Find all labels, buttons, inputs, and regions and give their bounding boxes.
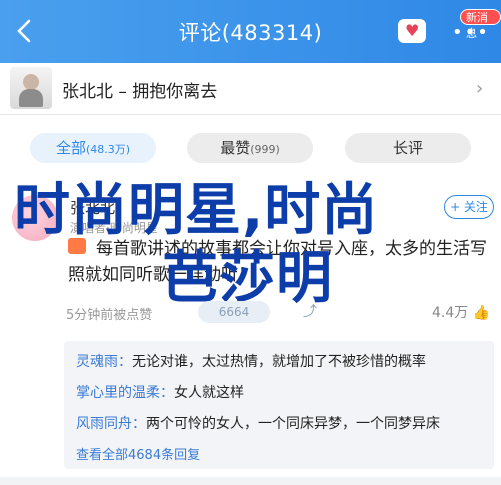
reply-text: 两个可怜的女人，一个同床异梦，一个同梦异床: [146, 416, 440, 432]
thumb-up-icon: 👍: [472, 305, 491, 321]
more-options-icon[interactable]: •••: [452, 22, 490, 43]
like-button[interactable]: 4.4万 👍: [432, 302, 490, 322]
comment-card: 张北北 演唱者·时尚明星 + 关注 每首歌讲述的故事都会让你对号入座，太多的生活…: [0, 175, 501, 477]
reply-text: 女人就这样: [174, 385, 244, 401]
share-icon[interactable]: ⤴: [303, 301, 333, 323]
comment-subtitle: 演唱者·时尚明星: [70, 221, 158, 235]
view-all-replies-link[interactable]: 查看全部4684条回复: [76, 444, 200, 463]
top-navigation-bar: 评论(483314) ♥ 新消息 •••: [0, 0, 501, 63]
heart-icon[interactable]: ♥: [398, 19, 426, 43]
tab-all[interactable]: 全部(48.3万): [30, 133, 156, 163]
song-cover-image: [10, 67, 52, 109]
reply-author[interactable]: 掌心里的温柔：: [76, 385, 174, 401]
song-title: 张北北 – 拥抱你离去: [62, 82, 218, 102]
comment-text: 每首歌讲述的故事都会让你对号入座，太多的生活写照就如同听歌一样动听！: [68, 239, 487, 285]
tab-top[interactable]: 最赞(999): [187, 133, 313, 163]
reply-item[interactable]: 掌心里的温柔：女人就这样: [76, 382, 480, 402]
reply-item[interactable]: 灵魂雨：无论对谁，太过热情，就增加了不被珍惜的概率: [76, 351, 480, 371]
comment-time: 5分钟前被点赞: [66, 308, 153, 323]
tab-long[interactable]: 长评: [345, 133, 471, 163]
reply-count-button[interactable]: 6664: [198, 301, 270, 323]
overlay-line-1: 时尚明星,时尚: [14, 178, 379, 243]
follow-button[interactable]: + 关注: [444, 195, 494, 219]
tab-all-count: (48.3万): [85, 143, 131, 156]
tab-top-count: (999): [250, 143, 280, 156]
reply-author[interactable]: 灵魂雨：: [76, 354, 132, 370]
tab-all-label: 全部: [55, 139, 86, 157]
like-count: 4.4万: [432, 305, 469, 321]
comment-username[interactable]: 张北北: [70, 197, 115, 218]
song-info-bar[interactable]: 张北北 – 拥抱你离去 ›: [0, 63, 501, 115]
chevron-right-icon: ›: [476, 78, 484, 99]
tab-long-label: 长评: [392, 139, 423, 157]
reply-list: 灵魂雨：无论对谁，太过热情，就增加了不被珍惜的概率 掌心里的温柔：女人就这样 风…: [64, 341, 494, 469]
avatar[interactable]: [12, 195, 58, 241]
reply-item[interactable]: 风雨同舟：两个可怜的女人，一个同床异梦，一个同梦异床: [76, 413, 480, 433]
reply-author[interactable]: 风雨同舟：: [76, 416, 146, 432]
comment-filter-tabs: 全部(48.3万) 最赞(999) 长评: [0, 115, 501, 175]
reply-text: 无论对谁，太过热情，就增加了不被珍惜的概率: [132, 354, 426, 370]
tab-top-label: 最赞: [220, 139, 251, 157]
